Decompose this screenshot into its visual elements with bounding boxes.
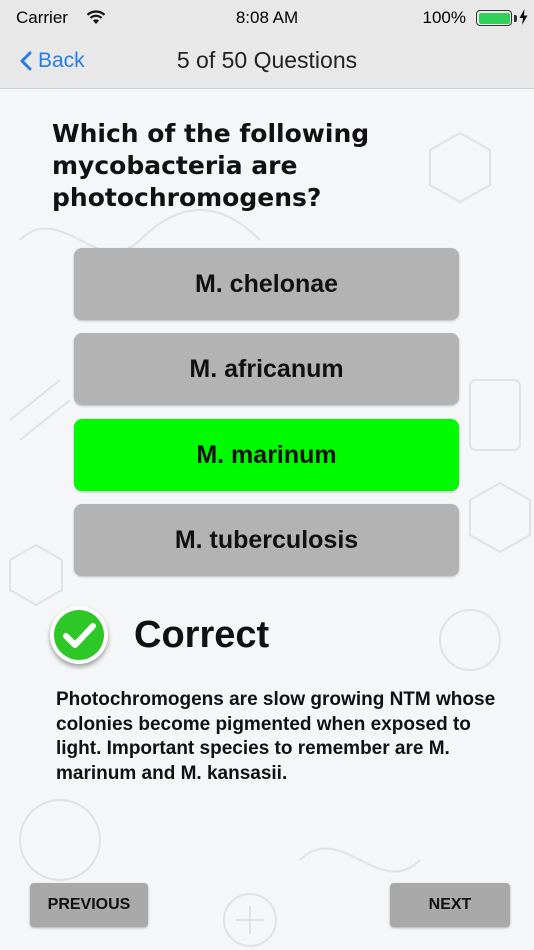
answer-option-2[interactable]: M. africanum [74, 333, 459, 405]
check-circle-icon [50, 606, 108, 664]
battery-icon [476, 10, 512, 26]
result-feedback: Correct [50, 605, 269, 665]
explanation-text: Photochromogens are slow growing NTM who… [56, 689, 496, 784]
next-button[interactable]: NEXT [390, 883, 510, 927]
page-title: 5 of 50 Questions [176, 47, 358, 73]
previous-button[interactable]: PREVIOUS [30, 883, 148, 927]
answer-option-1[interactable]: M. chelonae [74, 248, 459, 320]
answer-option-3-correct[interactable]: M. marinum [74, 419, 459, 491]
charging-bolt-icon [519, 9, 528, 25]
battery-percent: 100% [422, 8, 466, 27]
battery-cap [514, 15, 517, 22]
navigation-bar: Back 5 of 50 Questions [0, 38, 534, 89]
question-text: Which of the following mycobacteria are … [52, 119, 370, 212]
status-bar: Carrier 8:08 AM 100% [0, 0, 534, 38]
result-label: Correct [134, 613, 270, 656]
answer-option-4[interactable]: M. tuberculosis [74, 504, 459, 576]
